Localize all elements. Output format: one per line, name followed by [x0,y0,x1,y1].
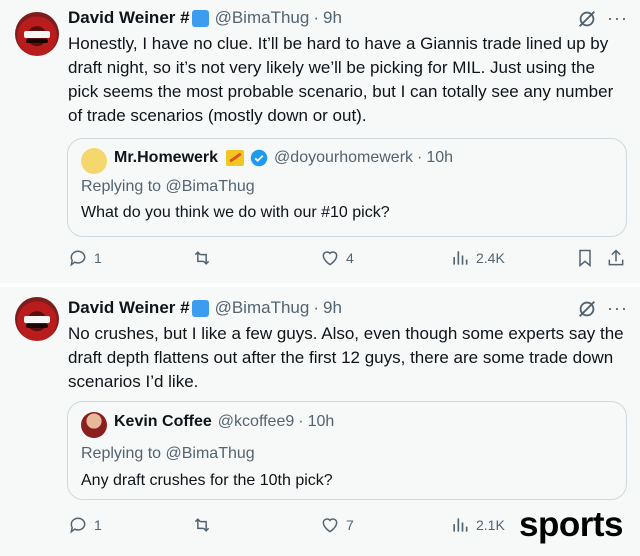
verified-badge-icon [250,149,268,167]
quoted-tweet-header: Mr.Homewerk @doyourhomewerk · 10h [114,149,453,167]
share-button[interactable] [606,248,632,268]
view-count: 2.1K [476,517,505,533]
author-name[interactable]: Mr.Homewerk [114,149,218,167]
author-name[interactable]: David Weiner # [68,298,190,318]
grok-icon[interactable] [576,298,598,320]
share-icon [608,249,624,266]
quoted-tweet[interactable]: Kevin Coffee @kcoffee9 · 10h Replying to… [67,401,627,500]
avatar[interactable] [81,412,107,438]
reply-count: 1 [94,250,102,266]
like-icon [322,518,338,533]
like-icon [322,251,338,266]
views-button[interactable]: 2.1K [450,515,505,535]
view-count: 2.4K [476,250,505,266]
tweet-text: Honestly, I have no clue. It’ll be hard … [68,34,614,125]
author-name[interactable]: Kevin Coffee [114,413,212,431]
sports-watermark: sports [519,505,623,544]
tweet-header: David Weiner # @BimaThug · 9h [68,8,342,28]
grok-icon[interactable] [576,8,598,30]
retweet-button[interactable] [192,515,218,535]
pencil-emoji-icon [226,150,245,166]
tweet[interactable]: David Weiner # @BimaThug · 9h ··· Honest… [0,0,640,283]
views-icon [453,251,468,265]
quoted-tweet-text: What do you think we do with our #10 pic… [81,204,390,221]
separator: · [298,413,304,430]
views-icon [453,518,468,532]
reply-count: 1 [94,517,102,533]
views-button[interactable]: 2.4K [450,248,505,268]
replying-to[interactable]: Replying to @BimaThug [81,445,255,463]
like-button[interactable]: 4 [320,248,354,268]
reply-button[interactable]: 1 [68,515,102,535]
replying-to[interactable]: Replying to @BimaThug [81,178,255,196]
retweet-button[interactable] [192,248,218,268]
retweet-icon [194,251,210,265]
more-icon[interactable]: ··· [607,8,628,29]
quoted-tweet-text: Any draft crushes for the 10th pick? [81,472,333,489]
like-count: 7 [346,517,354,533]
quoted-tweet-header: Kevin Coffee @kcoffee9 · 10h [114,413,334,431]
author-handle[interactable]: @BimaThug [215,8,310,28]
author-handle[interactable]: @BimaThug [215,298,310,318]
tweet-header: David Weiner # @BimaThug · 9h [68,298,342,318]
separator: · [417,149,423,166]
like-button[interactable]: 7 [320,515,354,535]
author-name[interactable]: David Weiner # [68,8,190,28]
separator: · [313,8,319,27]
like-count: 4 [346,250,354,266]
timestamp[interactable]: 10h [308,413,335,431]
tweet-actions: 1 4 2.4K [0,248,640,278]
more-icon[interactable]: ··· [607,298,628,319]
flag-emoji-icon [191,9,209,27]
retweet-icon [194,518,210,532]
timestamp[interactable]: 9h [323,8,342,28]
reply-icon [70,250,86,267]
timestamp[interactable]: 10h [426,149,453,167]
author-handle[interactable]: @kcoffee9 [218,413,294,431]
timestamp[interactable]: 9h [323,298,342,318]
tweet-text: No crushes, but I like a few guys. Also,… [68,324,624,391]
author-handle[interactable]: @doyourhomewerk [274,149,413,167]
bookmark-icon [579,249,591,268]
avatar[interactable] [81,148,107,174]
avatar[interactable] [15,297,59,341]
quoted-tweet[interactable]: Mr.Homewerk @doyourhomewerk · 10h Replyi… [67,138,627,237]
avatar[interactable] [15,12,59,56]
flag-emoji-icon [191,299,209,317]
reply-icon [70,517,86,534]
bookmark-button[interactable] [575,248,601,268]
reply-button[interactable]: 1 [68,248,102,268]
separator: · [313,298,319,317]
